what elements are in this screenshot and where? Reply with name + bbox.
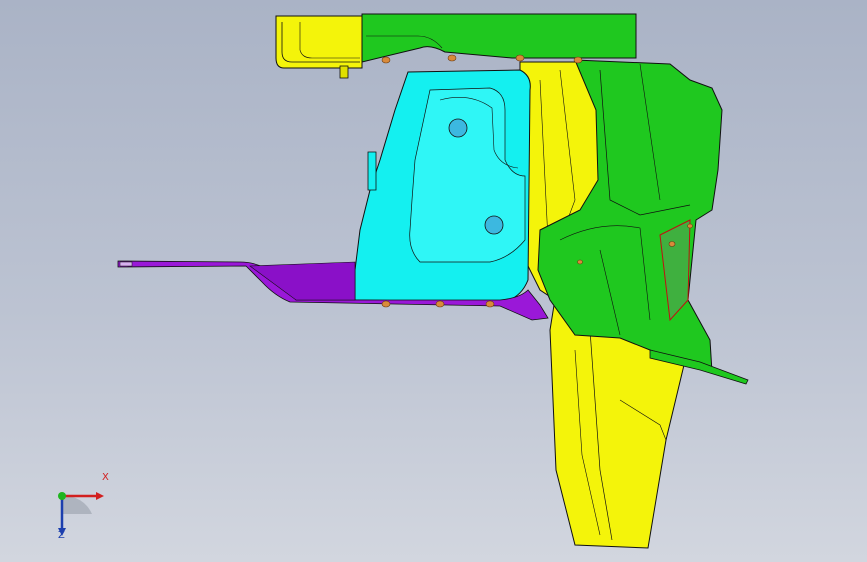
triad-shadow — [62, 495, 92, 514]
fastener — [573, 56, 583, 64]
z-axis-label: Z — [58, 530, 65, 541]
orientation-triad[interactable]: X Z — [40, 472, 120, 548]
cyan-tab — [367, 151, 377, 191]
top-rail-part[interactable] — [361, 13, 637, 63]
fastener — [687, 223, 693, 229]
fastener — [381, 300, 391, 308]
top-stud — [339, 65, 349, 79]
fastener — [515, 54, 525, 62]
y-axis-icon — [58, 492, 66, 500]
x-arrow-icon — [96, 492, 104, 500]
x-axis-label: X — [102, 472, 109, 483]
fastener — [577, 259, 583, 265]
top-flange-part[interactable] — [275, 15, 363, 69]
purple-plate-slot — [119, 261, 133, 267]
fastener — [485, 300, 495, 308]
fastener — [447, 54, 457, 62]
cad-model[interactable] — [0, 0, 867, 562]
graphics-viewport[interactable]: X Z — [0, 0, 867, 562]
triad-graphic — [58, 492, 104, 536]
cyan-hole-bottom — [484, 215, 504, 235]
cyan-hole-top — [448, 118, 468, 138]
fastener — [435, 300, 445, 308]
fastener — [668, 241, 676, 247]
fastener — [381, 56, 391, 64]
